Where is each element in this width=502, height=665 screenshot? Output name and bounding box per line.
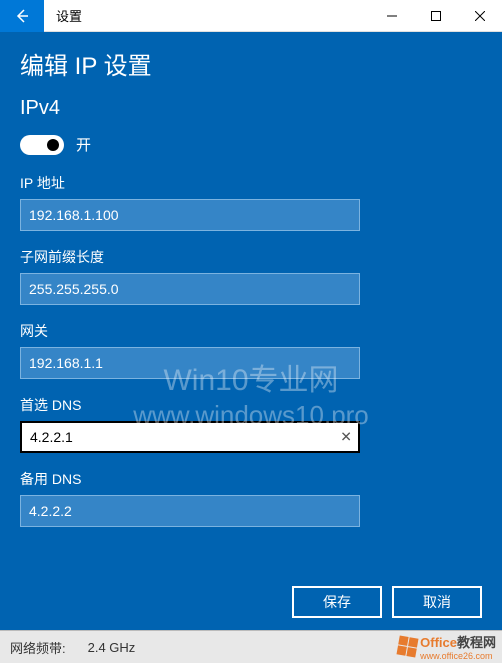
titlebar: 设置 xyxy=(0,0,502,32)
logo-text2: 教程网 xyxy=(457,635,496,650)
dns2-input[interactable] xyxy=(20,495,360,527)
logo-text1: Office xyxy=(420,635,457,650)
status-value: 2.4 GHz xyxy=(88,640,136,655)
gateway-group: 网关 xyxy=(20,321,482,379)
corner-logo: Office教程网 www.office26.com xyxy=(398,632,496,661)
toggle-label: 开 xyxy=(76,134,91,155)
subnet-label: 子网前缀长度 xyxy=(20,247,482,267)
subnet-input[interactable] xyxy=(20,273,360,305)
ipv4-toggle[interactable] xyxy=(20,135,64,155)
save-button[interactable]: 保存 xyxy=(292,586,382,618)
dns1-group: 首选 DNS ✕ xyxy=(20,395,482,453)
subnet-group: 子网前缀长度 xyxy=(20,247,482,305)
cancel-button[interactable]: 取消 xyxy=(392,586,482,618)
section-title: IPv4 xyxy=(20,97,482,120)
office-logo-icon xyxy=(397,635,419,657)
dns2-label: 备用 DNS xyxy=(20,469,482,489)
dns2-group: 备用 DNS xyxy=(20,469,482,527)
toggle-knob-icon xyxy=(47,139,59,151)
maximize-button[interactable] xyxy=(414,0,458,32)
dns1-input[interactable] xyxy=(20,421,360,453)
window-controls xyxy=(370,0,502,32)
minimize-icon xyxy=(387,11,397,21)
ip-address-input[interactable] xyxy=(20,199,360,231)
ipv4-toggle-row: 开 xyxy=(20,134,482,155)
button-row: 保存 取消 xyxy=(292,586,482,618)
close-button[interactable] xyxy=(458,0,502,32)
main-panel: 编辑 IP 设置 IPv4 开 IP 地址 子网前缀长度 网关 首选 DNS ✕… xyxy=(0,32,502,630)
ip-address-group: IP 地址 xyxy=(20,173,482,231)
dns1-label: 首选 DNS xyxy=(20,395,482,415)
minimize-button[interactable] xyxy=(370,0,414,32)
gateway-input[interactable] xyxy=(20,347,360,379)
status-label: 网络频带: xyxy=(10,638,66,657)
window-title: 设置 xyxy=(44,6,370,25)
ip-address-label: IP 地址 xyxy=(20,173,482,193)
logo-url: www.office26.com xyxy=(420,651,496,661)
clear-input-button[interactable]: ✕ xyxy=(340,429,352,446)
gateway-label: 网关 xyxy=(20,321,482,341)
arrow-left-icon xyxy=(14,8,30,24)
close-icon xyxy=(475,11,485,21)
back-button[interactable] xyxy=(0,0,44,32)
page-title: 编辑 IP 设置 xyxy=(20,46,482,81)
statusbar: 网络频带: 2.4 GHz Office教程网 www.office26.com xyxy=(0,630,502,663)
maximize-icon xyxy=(431,11,441,21)
